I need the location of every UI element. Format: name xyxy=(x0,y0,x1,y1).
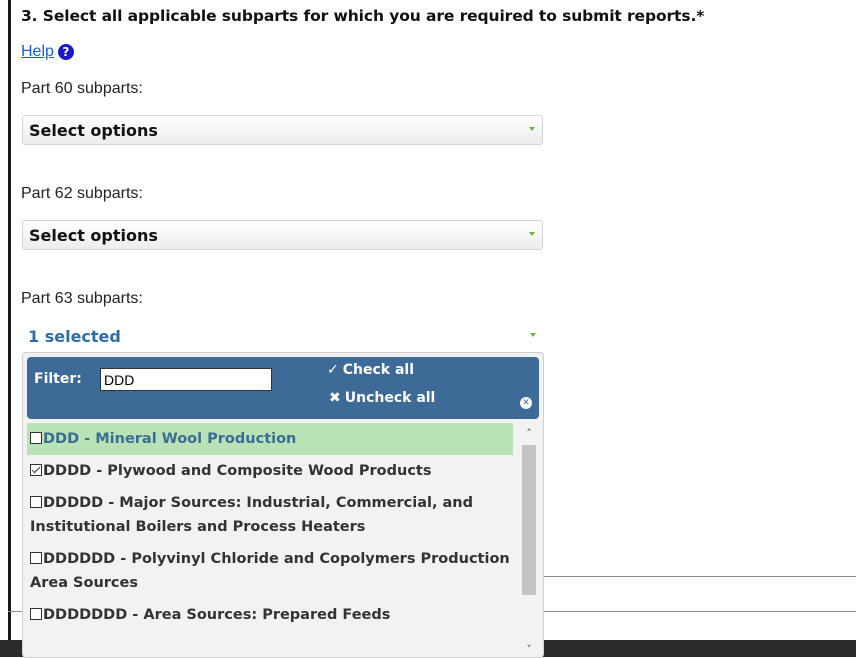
chevron-down-icon[interactable]: ˅ xyxy=(519,641,539,657)
caret-down-icon xyxy=(529,127,535,131)
checkbox[interactable] xyxy=(30,608,42,620)
close-circle-icon[interactable]: ✕ xyxy=(520,397,532,409)
part63-label: Part 63 subparts: xyxy=(21,290,143,307)
list-item[interactable]: DDDDDDD - Area Sources: Prepared Feeds xyxy=(27,599,513,631)
divider-line xyxy=(540,576,856,577)
part63-dropdown-menu: Filter: ✓Check all ✖Uncheck all ✕ DDD - … xyxy=(22,352,544,658)
part62-select[interactable]: Select options xyxy=(22,220,543,250)
caret-down-icon xyxy=(530,333,536,337)
checkbox[interactable] xyxy=(30,432,42,444)
part60-label: Part 60 subparts: xyxy=(21,80,143,97)
list-item[interactable]: DDDDDD - Polyvinyl Chloride and Copolyme… xyxy=(27,543,513,599)
part60-select-value: Select options xyxy=(29,120,158,140)
checkbox[interactable] xyxy=(30,464,42,476)
uncheck-all-link[interactable]: ✖ Uncheck all xyxy=(329,390,435,406)
menu-header: Filter: ✓Check all ✖Uncheck all ✕ xyxy=(27,357,539,419)
checkmark-icon: ✓ xyxy=(327,362,339,378)
checkbox[interactable] xyxy=(30,496,42,508)
question-title: 3. Select all applicable subparts for wh… xyxy=(21,7,705,25)
caret-down-icon xyxy=(529,232,535,236)
filter-label: Filter: xyxy=(34,371,82,387)
x-icon: ✖ xyxy=(329,390,341,406)
list-item[interactable]: DDDD - Plywood and Composite Wood Produc… xyxy=(27,455,513,487)
chevron-up-icon[interactable]: ˄ xyxy=(519,425,539,441)
checkbox[interactable] xyxy=(30,552,42,564)
part62-label: Part 62 subparts: xyxy=(21,185,143,202)
check-all-label: Check all xyxy=(342,362,414,378)
scrollbar[interactable]: ˄ ˅ xyxy=(519,423,539,657)
scrollbar-thumb[interactable] xyxy=(522,445,536,595)
option-label: DDDD - Plywood and Composite Wood Produc… xyxy=(43,463,432,479)
list-item[interactable]: DDD - Mineral Wool Production xyxy=(27,423,513,455)
option-label: DDD - Mineral Wool Production xyxy=(43,431,297,447)
option-label: DDDDDDD - Area Sources: Prepared Feeds xyxy=(43,607,391,623)
uncheck-all-label: Uncheck all xyxy=(344,390,436,406)
check-all-link[interactable]: ✓ Check all xyxy=(327,362,414,378)
part60-select[interactable]: Select options xyxy=(22,115,543,145)
options-list: DDD - Mineral Wool Production DDDD - Ply… xyxy=(27,423,515,657)
left-border xyxy=(8,0,11,657)
option-label: DDDDDD - Polyvinyl Chloride and Copolyme… xyxy=(30,551,510,591)
part62-select-value: Select options xyxy=(29,225,158,245)
question-circle-icon[interactable]: ? xyxy=(57,44,74,60)
filter-input[interactable] xyxy=(100,368,272,391)
option-label: DDDDD - Major Sources: Industrial, Comme… xyxy=(30,495,474,535)
part63-select[interactable]: 1 selected xyxy=(22,320,543,352)
part63-select-value: 1 selected xyxy=(28,326,121,346)
help-link[interactable]: Help xyxy=(21,43,54,61)
list-item[interactable]: DDDDD - Major Sources: Industrial, Comme… xyxy=(27,487,513,543)
help-row: Help ? xyxy=(21,43,74,61)
